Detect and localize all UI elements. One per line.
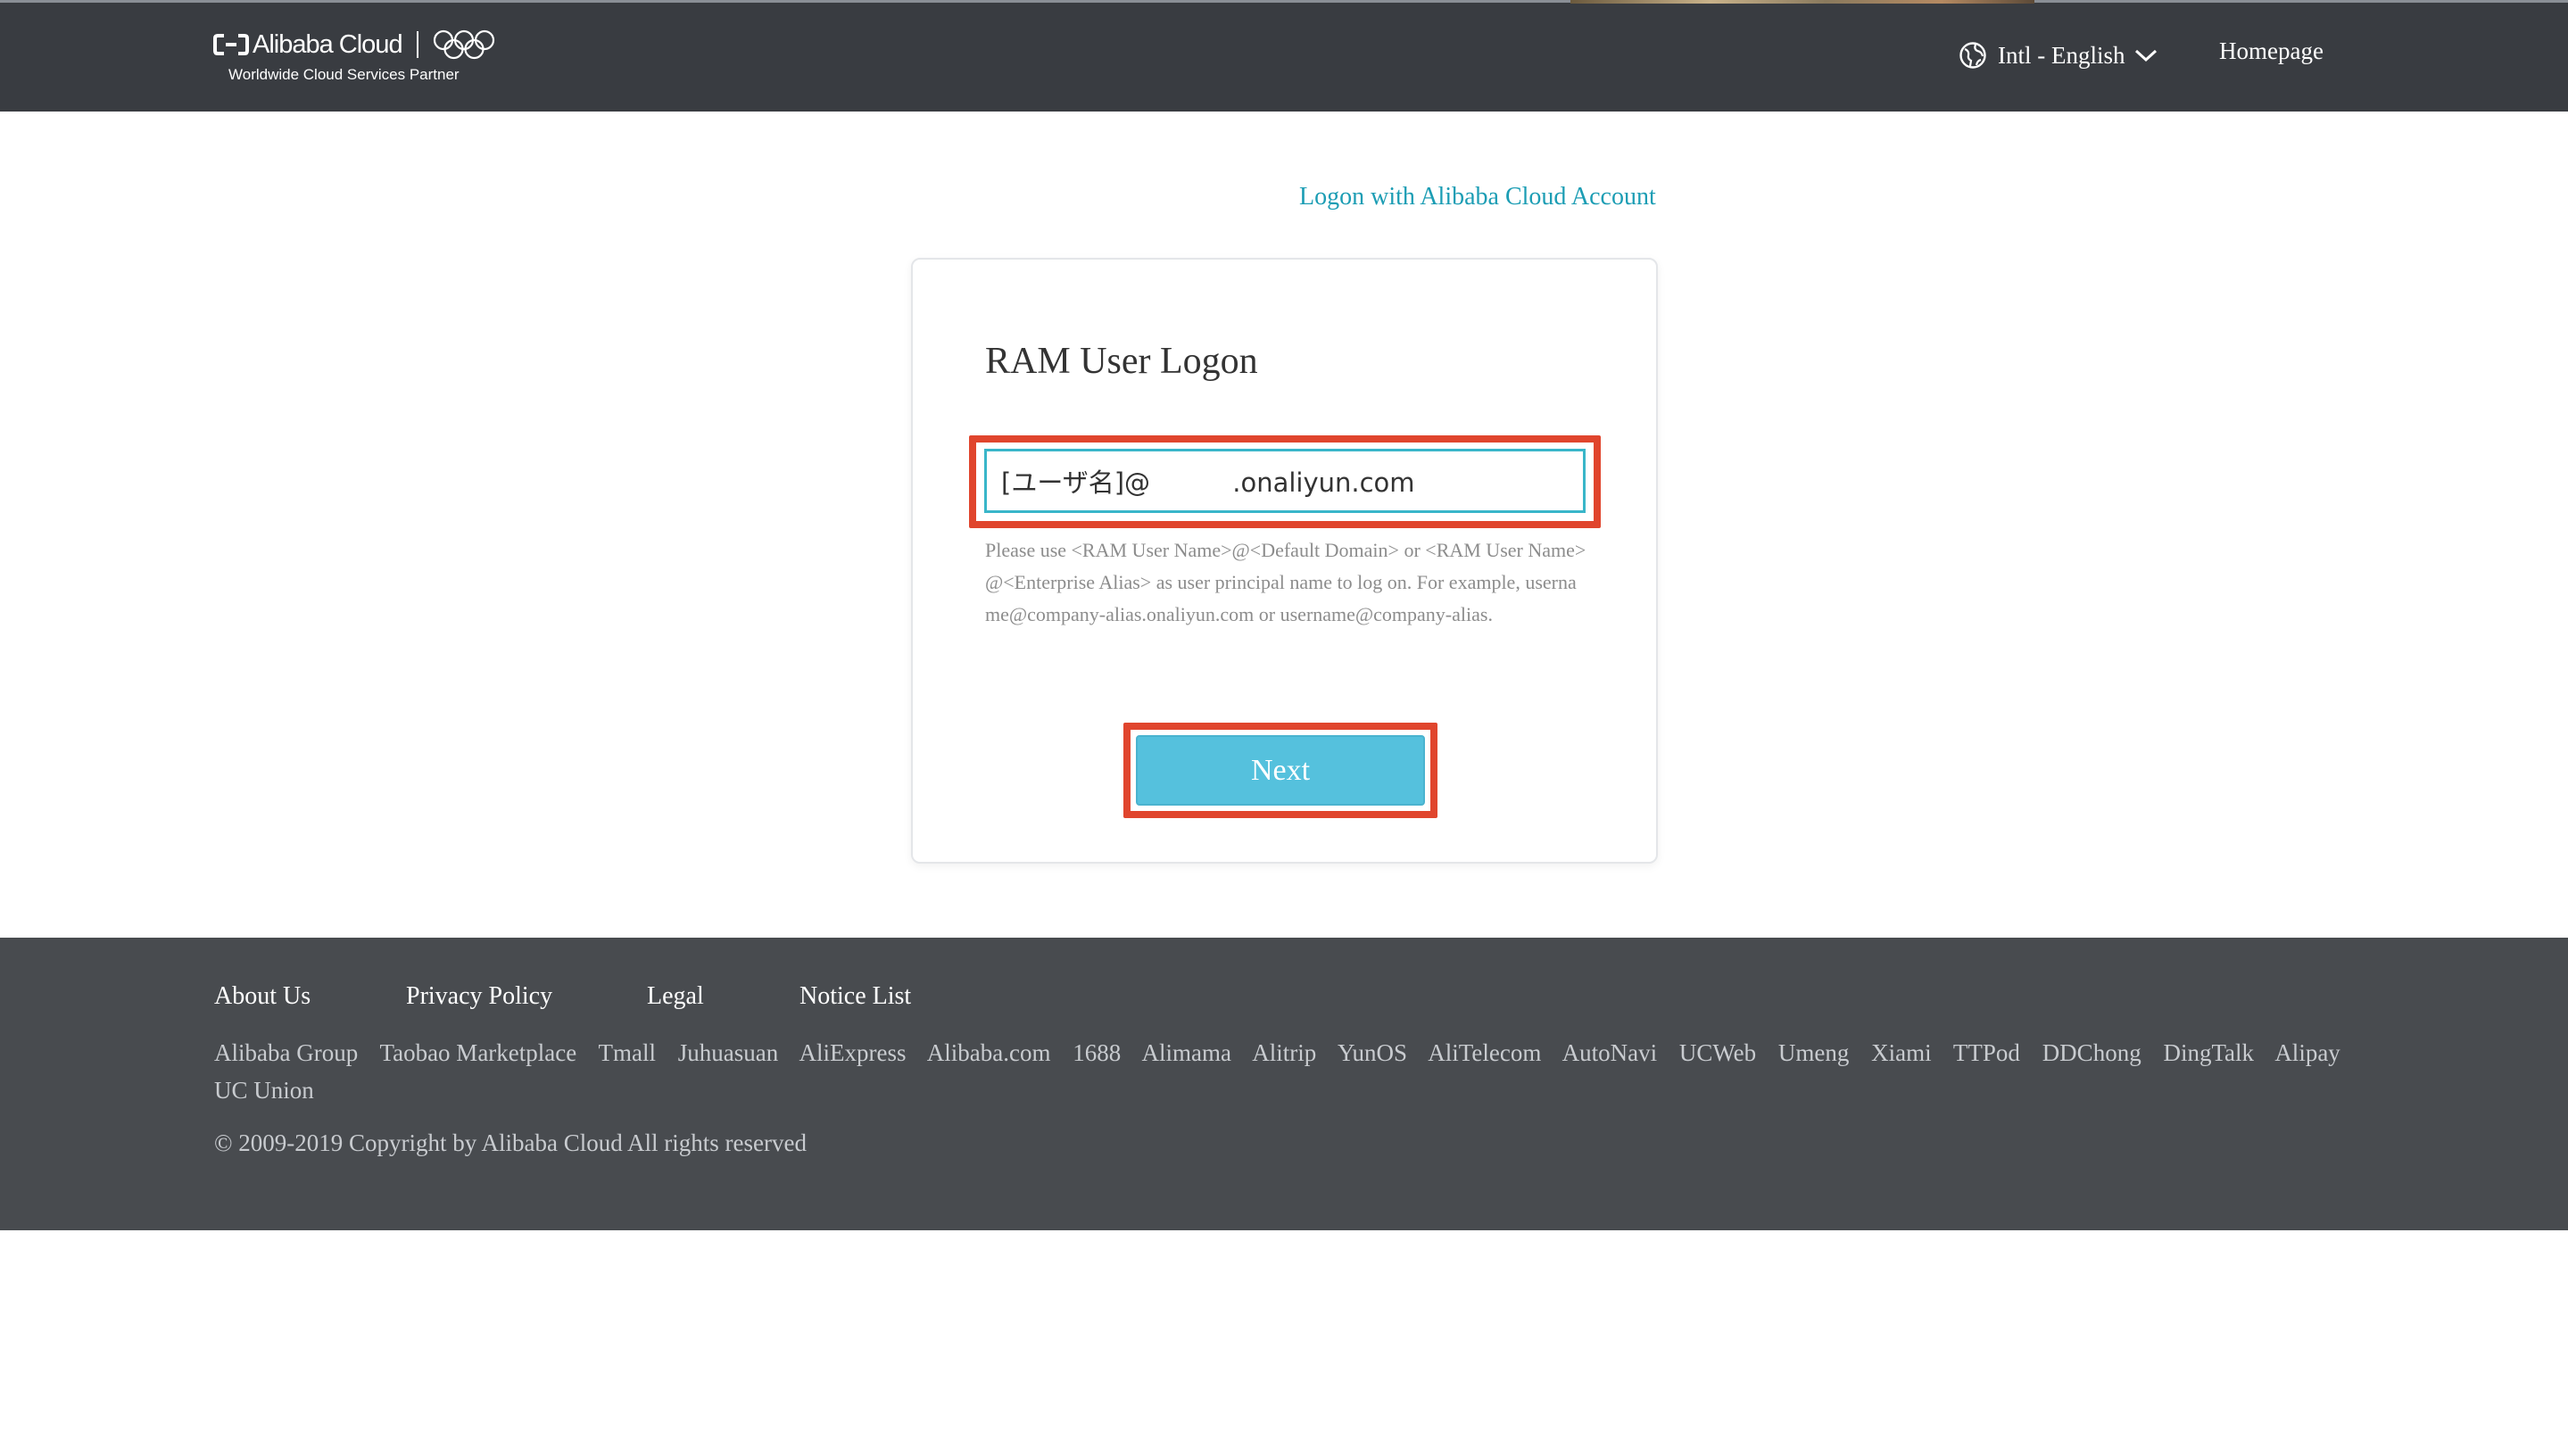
brand-link[interactable]: Alipay bbox=[2274, 1039, 2340, 1066]
footer-link-legal[interactable]: Legal bbox=[647, 982, 704, 1011]
logo-divider bbox=[416, 31, 418, 58]
footer-link-about-us[interactable]: About Us bbox=[214, 982, 311, 1011]
brand-link[interactable]: YunOS bbox=[1338, 1039, 1407, 1066]
brand-link[interactable]: UCWeb bbox=[1679, 1039, 1756, 1066]
copyright-text: © 2009-2019 Copyright by Alibaba Cloud A… bbox=[214, 1129, 807, 1156]
logo-row: Alibaba Cloud bbox=[213, 27, 495, 62]
brand-link[interactable]: DDChong bbox=[2042, 1039, 2141, 1066]
top-header: Alibaba Cloud Worldwide Cloud Services P… bbox=[0, 0, 2568, 112]
language-label: Intl - English bbox=[1998, 41, 2125, 69]
language-selector[interactable]: Intl - English bbox=[1959, 36, 2158, 75]
input-help-text: Please use <RAM User Name>@<Default Doma… bbox=[985, 539, 1586, 625]
header-banner-strip bbox=[1570, 0, 2034, 4]
user-principal-name-input[interactable] bbox=[984, 449, 1586, 513]
alibaba-account-logon-link[interactable]: Logon with Alibaba Cloud Account bbox=[1299, 183, 1656, 211]
brand-link[interactable]: Alibaba.com bbox=[927, 1039, 1051, 1066]
brand-link[interactable]: Tmall bbox=[599, 1039, 656, 1066]
alibaba-cloud-logo-icon bbox=[213, 33, 249, 56]
next-button[interactable]: Next bbox=[1136, 735, 1425, 806]
brand-name: Alibaba Cloud bbox=[253, 29, 403, 59]
page-title: RAM User Logon bbox=[985, 341, 1258, 382]
olympic-rings-icon bbox=[433, 29, 495, 60]
brand-link[interactable]: Xiami bbox=[1871, 1039, 1932, 1066]
footer-link-notice-list[interactable]: Notice List bbox=[799, 982, 911, 1011]
brand-link[interactable]: Taobao Marketplace bbox=[379, 1039, 576, 1066]
brand-link[interactable]: AliTelecom bbox=[1428, 1039, 1541, 1066]
header-top-line bbox=[0, 0, 2568, 3]
brand-link[interactable]: Umeng bbox=[1778, 1039, 1849, 1066]
chevron-down-icon bbox=[2134, 48, 2158, 62]
footer-brand-links: Alibaba Group Taobao Marketplace Tmall J… bbox=[214, 1034, 2373, 1109]
globe-icon bbox=[1959, 41, 1987, 70]
brand-link[interactable]: Juhuasuan bbox=[678, 1039, 778, 1066]
logon-card: RAM User Logon Please use <RAM User Name… bbox=[911, 258, 1658, 864]
brand-link[interactable]: UC Union bbox=[214, 1077, 314, 1104]
brand-link[interactable]: AutoNavi bbox=[1562, 1039, 1657, 1066]
brand-link[interactable]: 1688 bbox=[1073, 1039, 1121, 1066]
homepage-link[interactable]: Homepage bbox=[2219, 37, 2324, 65]
brand-link[interactable]: Alitrip bbox=[1252, 1039, 1316, 1066]
brand-link[interactable]: Alibaba Group bbox=[214, 1039, 358, 1066]
page-footer: About Us Privacy Policy Legal Notice Lis… bbox=[0, 938, 2568, 1230]
brand-link[interactable]: AliExpress bbox=[799, 1039, 906, 1066]
brand-logo[interactable]: Alibaba Cloud Worldwide Cloud Services P… bbox=[213, 27, 499, 89]
brand-link[interactable]: DingTalk bbox=[2163, 1039, 2254, 1066]
brand-link[interactable]: Alimama bbox=[1141, 1039, 1230, 1066]
footer-link-privacy-policy[interactable]: Privacy Policy bbox=[406, 982, 552, 1011]
brand-tagline: Worldwide Cloud Services Partner bbox=[228, 66, 460, 83]
brand-link[interactable]: TTPod bbox=[1953, 1039, 2020, 1066]
